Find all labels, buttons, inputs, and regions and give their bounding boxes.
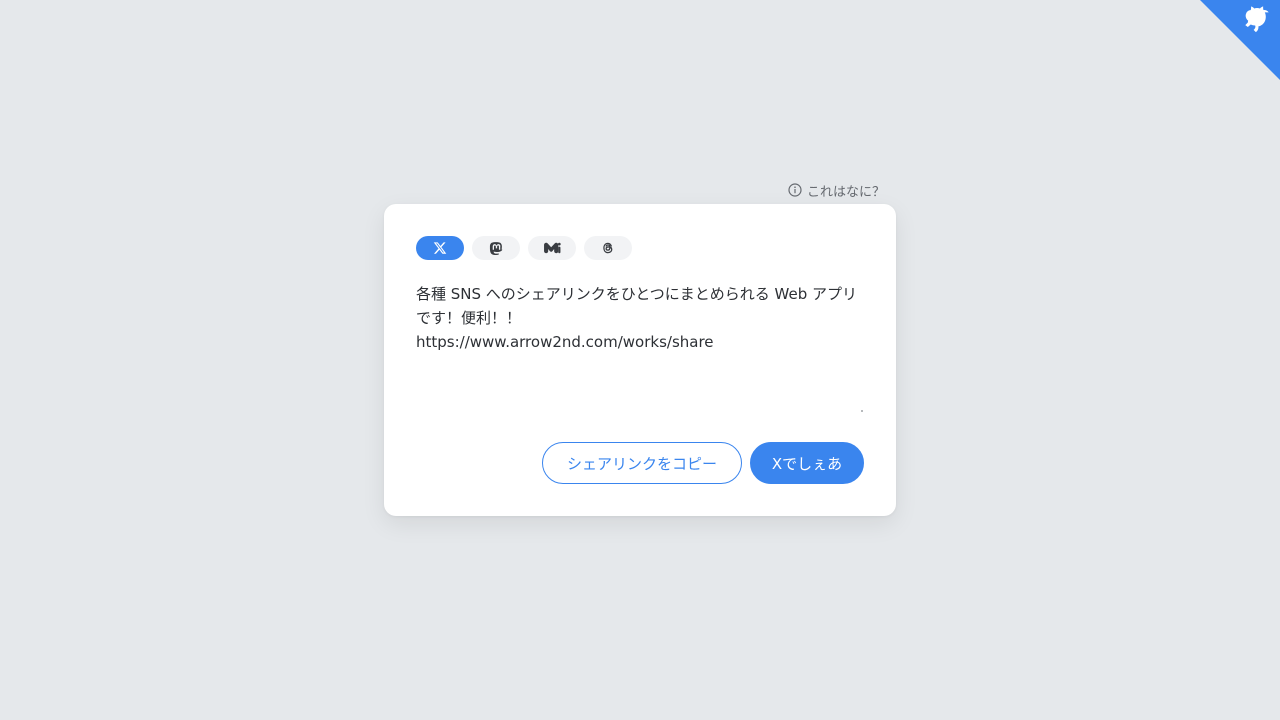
tab-threads[interactable] [584,236,632,260]
share-on-x-button[interactable]: Xでしぇあ [750,442,864,484]
tab-x[interactable] [416,236,464,260]
misskey-logo-icon [543,241,561,255]
tab-misskey[interactable] [528,236,576,260]
help-label: これはなに？ [807,184,886,200]
action-buttons: シェアリンクをコピー Xでしぇあ [542,442,864,484]
github-octocat-icon [1200,0,1280,80]
x-logo-icon [433,241,447,255]
tab-mastodon[interactable] [472,236,520,260]
copy-share-link-button[interactable]: シェアリンクをコピー [542,442,742,484]
github-corner-link[interactable] [1200,0,1280,80]
share-card: 各種 SNS へのシェアリンクをひとつにまとめられる Web アプリです！便利！… [384,204,896,516]
help-link[interactable]: これはなに？ [788,180,885,200]
textarea-resize-handle[interactable] [861,410,863,412]
sns-tabs [416,236,632,260]
share-text-input[interactable]: 各種 SNS へのシェアリンクをひとつにまとめられる Web アプリです！便利！… [416,282,864,412]
info-icon [788,183,802,197]
threads-logo-icon [601,241,615,255]
mastodon-logo-icon [489,241,504,256]
